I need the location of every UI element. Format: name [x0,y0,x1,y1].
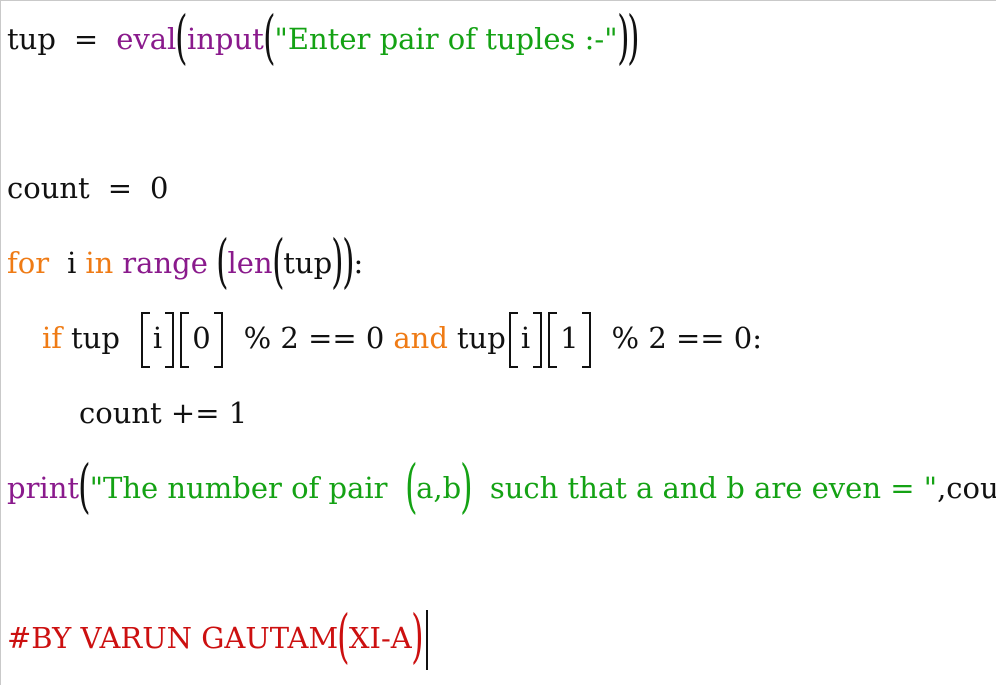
close-paren-eval: ) [627,3,640,71]
close-paren-pair: ) [460,452,473,520]
if-keyword: if [42,321,63,355]
code-line-4: if tup i 0 % 2 == 0 and tup i 1 % 2 == 0… [42,312,763,368]
tup-var: tup [7,22,56,56]
open-paren-eval: ( [175,3,188,71]
count-arg: ,count [937,471,996,505]
in-keyword: in [85,246,114,280]
text-cursor [426,610,429,670]
zero-literal: 0 [150,171,169,205]
tup-var: tup [71,321,120,355]
increment-stmt: count += 1 [79,396,248,430]
author-comment: #BY VARUN GAUTAM [7,621,339,655]
code-line-6: print ( "The number of pair ( a,b ) such… [7,452,996,520]
close-bracket [213,312,223,368]
assign-op: = [107,171,133,205]
count-var: count [7,171,90,205]
code-line-7: #BY VARUN GAUTAM ( XI-A ) [7,602,429,670]
open-paren-print: ( [78,452,91,520]
index-1: 1 [560,321,579,355]
class-text: XI-A [348,621,412,655]
assign-op: = [73,22,99,56]
open-paren-class: ( [337,602,350,670]
close-bracket [581,312,591,368]
close-paren-class: ) [410,602,424,670]
message-string-a: "The number of pair [89,471,388,505]
code-line-3: for i in range ( len ( tup ) ) : [7,227,364,295]
print-function: print [7,471,80,505]
close-bracket [165,312,175,368]
open-paren-input: ( [262,3,276,71]
index-0: 0 [192,321,211,355]
index-i: i [152,321,163,355]
close-bracket [533,312,543,368]
open-paren-range: ( [215,227,229,295]
pair-text: a,b [416,471,462,505]
prompt-string: "Enter pair of tuples :-" [274,22,618,56]
code-line-5: count += 1 [79,393,247,433]
code-editor[interactable]: tup = eval ( input ( "Enter pair of tupl… [0,0,996,685]
input-function: input [186,22,264,56]
mod-expr-1: % 2 == 0 [243,321,385,355]
colon: : [353,246,364,280]
eval-function: eval [116,22,177,56]
code-line-2: count = 0 [7,168,168,208]
close-paren-range: ) [341,227,355,295]
and-keyword: and [393,321,448,355]
code-line-1: tup = eval ( input ( "Enter pair of tupl… [7,3,640,71]
mod-expr-2: % 2 == 0: [611,321,763,355]
open-paren-pair: ( [404,452,418,520]
open-bracket [180,312,190,368]
tup-var: tup [456,321,506,355]
len-function: len [227,246,273,280]
open-bracket [548,312,558,368]
range-function: range [122,246,208,280]
message-string-b: such that a and b are even = " [489,471,938,505]
index-i: i [520,321,531,355]
open-bracket [140,312,150,368]
open-paren-len: ( [271,227,285,295]
open-bracket [508,312,518,368]
loop-var: i [67,246,77,280]
for-keyword: for [7,246,50,280]
len-arg: tup [283,246,333,280]
